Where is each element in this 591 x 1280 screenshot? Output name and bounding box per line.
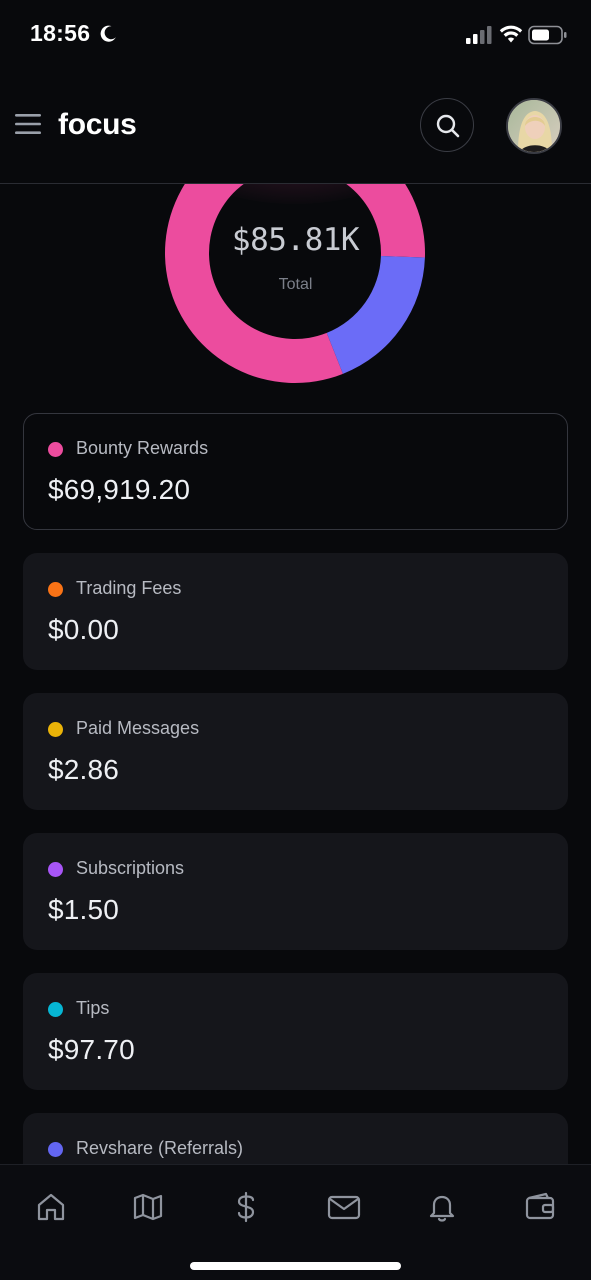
donut-chart: $85.81K Total: [0, 184, 591, 404]
search-icon: [436, 114, 460, 138]
category-card-tips[interactable]: Tips $97.70: [23, 973, 568, 1090]
category-amount: $0.00: [48, 614, 120, 645]
bottom-nav: [0, 1164, 591, 1280]
category-label: Tips: [76, 998, 110, 1018]
category-label: Revshare (Referrals): [76, 1138, 244, 1158]
category-amount: $69,919.20: [48, 474, 191, 505]
trading-fees-dot: [48, 582, 63, 597]
category-amount: $2.86: [48, 754, 120, 785]
category-label: Paid Messages: [76, 718, 200, 738]
avatar[interactable]: [506, 98, 562, 154]
category-card-bounty-rewards[interactable]: Bounty Rewards $69,919.20: [23, 413, 568, 530]
donut-total-label: Total: [278, 276, 313, 293]
cellular-signal-icon: [466, 26, 492, 49]
moon-icon: [98, 24, 118, 49]
status-time: 18:56: [30, 20, 91, 46]
search-button[interactable]: [420, 98, 474, 152]
nav-notifications[interactable]: [422, 1187, 462, 1227]
nav-messages[interactable]: [323, 1187, 363, 1227]
bounty-rewards-dot: [48, 442, 63, 457]
home-indicator: [190, 1262, 401, 1270]
category-card-trading-fees[interactable]: Trading Fees $0.00: [23, 553, 568, 670]
dollar-icon: [237, 1191, 255, 1223]
category-card-subscriptions[interactable]: Subscriptions $1.50: [23, 833, 568, 950]
category-label: Trading Fees: [76, 578, 182, 598]
brand-logo[interactable]: focus: [58, 108, 137, 142]
nav-map[interactable]: [128, 1187, 168, 1227]
wallet-icon: [525, 1192, 555, 1220]
wifi-icon: [499, 24, 523, 49]
app-screen: 18:56 focus $85.81K Total Bounty Rewards…: [0, 0, 591, 1280]
app-header: focus: [0, 70, 591, 184]
category-label: Subscriptions: [76, 858, 185, 878]
category-card-paid-messages[interactable]: Paid Messages $2.86: [23, 693, 568, 810]
donut-slice-revshare-referrals[interactable]: [326, 256, 425, 374]
nav-home[interactable]: [31, 1187, 71, 1227]
status-bar: 18:56: [0, 0, 591, 70]
donut-svg: [165, 184, 425, 383]
donut-total-value: $85.81K: [231, 222, 360, 258]
nav-wallet[interactable]: [520, 1187, 560, 1227]
nav-earnings[interactable]: [226, 1187, 266, 1227]
mail-icon: [327, 1195, 361, 1220]
category-amount: $97.70: [48, 1034, 135, 1065]
category-amount: $1.50: [48, 894, 120, 925]
category-label: Bounty Rewards: [76, 438, 209, 458]
map-icon: [133, 1193, 163, 1221]
battery-icon: [528, 25, 568, 50]
revshare-dot: [48, 1142, 63, 1157]
paid-messages-dot: [48, 722, 63, 737]
subscriptions-dot: [48, 862, 63, 877]
hamburger-menu-icon[interactable]: [14, 112, 42, 136]
bell-icon: [429, 1195, 455, 1222]
home-icon: [37, 1193, 65, 1221]
tips-dot: [48, 1002, 63, 1017]
